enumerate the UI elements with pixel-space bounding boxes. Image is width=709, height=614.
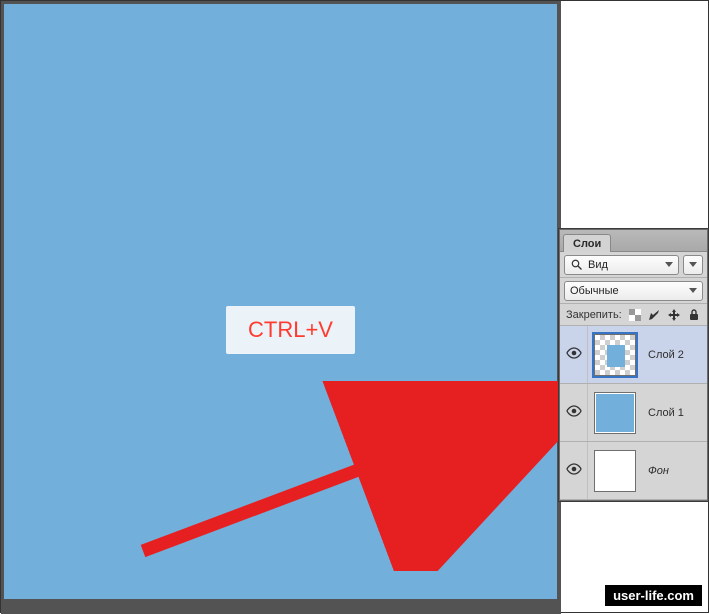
panel-tabs: Слои — [560, 230, 707, 252]
layer-thumbnail[interactable] — [594, 392, 636, 434]
layer-item[interactable]: Слой 2 — [560, 326, 707, 384]
lock-row: Закрепить: — [560, 304, 707, 326]
layer-kind-row: Вид — [560, 252, 707, 278]
lock-position-icon[interactable] — [667, 308, 681, 322]
blend-mode-row: Обычные — [560, 278, 707, 304]
search-icon — [570, 258, 584, 272]
chevron-down-icon — [689, 262, 697, 267]
keyboard-hint: CTRL+V — [226, 306, 355, 354]
layers-panel: Слои Вид Обычные Закрепить: — [559, 229, 708, 501]
blend-mode-dropdown[interactable]: Обычные — [564, 281, 703, 301]
layer-item[interactable]: Слой 1 — [560, 384, 707, 442]
eye-icon — [566, 463, 582, 478]
canvas-area: CTRL+V — [1, 1, 561, 614]
chevron-down-icon — [689, 288, 697, 293]
tab-layers[interactable]: Слои — [563, 234, 611, 252]
eye-icon — [566, 405, 582, 420]
layer-thumbnail[interactable] — [594, 334, 636, 376]
watermark: user-life.com — [605, 585, 702, 606]
layer-name[interactable]: Фон — [648, 465, 669, 477]
lock-label: Закрепить: — [566, 309, 622, 321]
layer-name[interactable]: Слой 2 — [648, 349, 684, 361]
visibility-toggle[interactable] — [560, 326, 588, 383]
layer-name[interactable]: Слой 1 — [648, 407, 684, 419]
lock-pixels-icon[interactable] — [648, 308, 662, 322]
visibility-toggle[interactable] — [560, 442, 588, 499]
filter-options-dropdown[interactable] — [683, 255, 703, 275]
filter-kind-label: Вид — [588, 259, 608, 271]
blend-mode-label: Обычные — [570, 285, 619, 297]
eye-icon — [566, 347, 582, 362]
visibility-toggle[interactable] — [560, 384, 588, 441]
layer-thumbnail[interactable] — [594, 450, 636, 492]
lock-all-icon[interactable] — [687, 308, 701, 322]
lock-transparent-icon[interactable] — [628, 308, 642, 322]
layer-item[interactable]: Фон — [560, 442, 707, 500]
layers-list: Слой 2 Слой 1 Фон — [560, 326, 707, 500]
filter-kind-dropdown[interactable]: Вид — [564, 255, 679, 275]
document-canvas[interactable]: CTRL+V — [4, 4, 557, 599]
chevron-down-icon — [665, 262, 673, 267]
